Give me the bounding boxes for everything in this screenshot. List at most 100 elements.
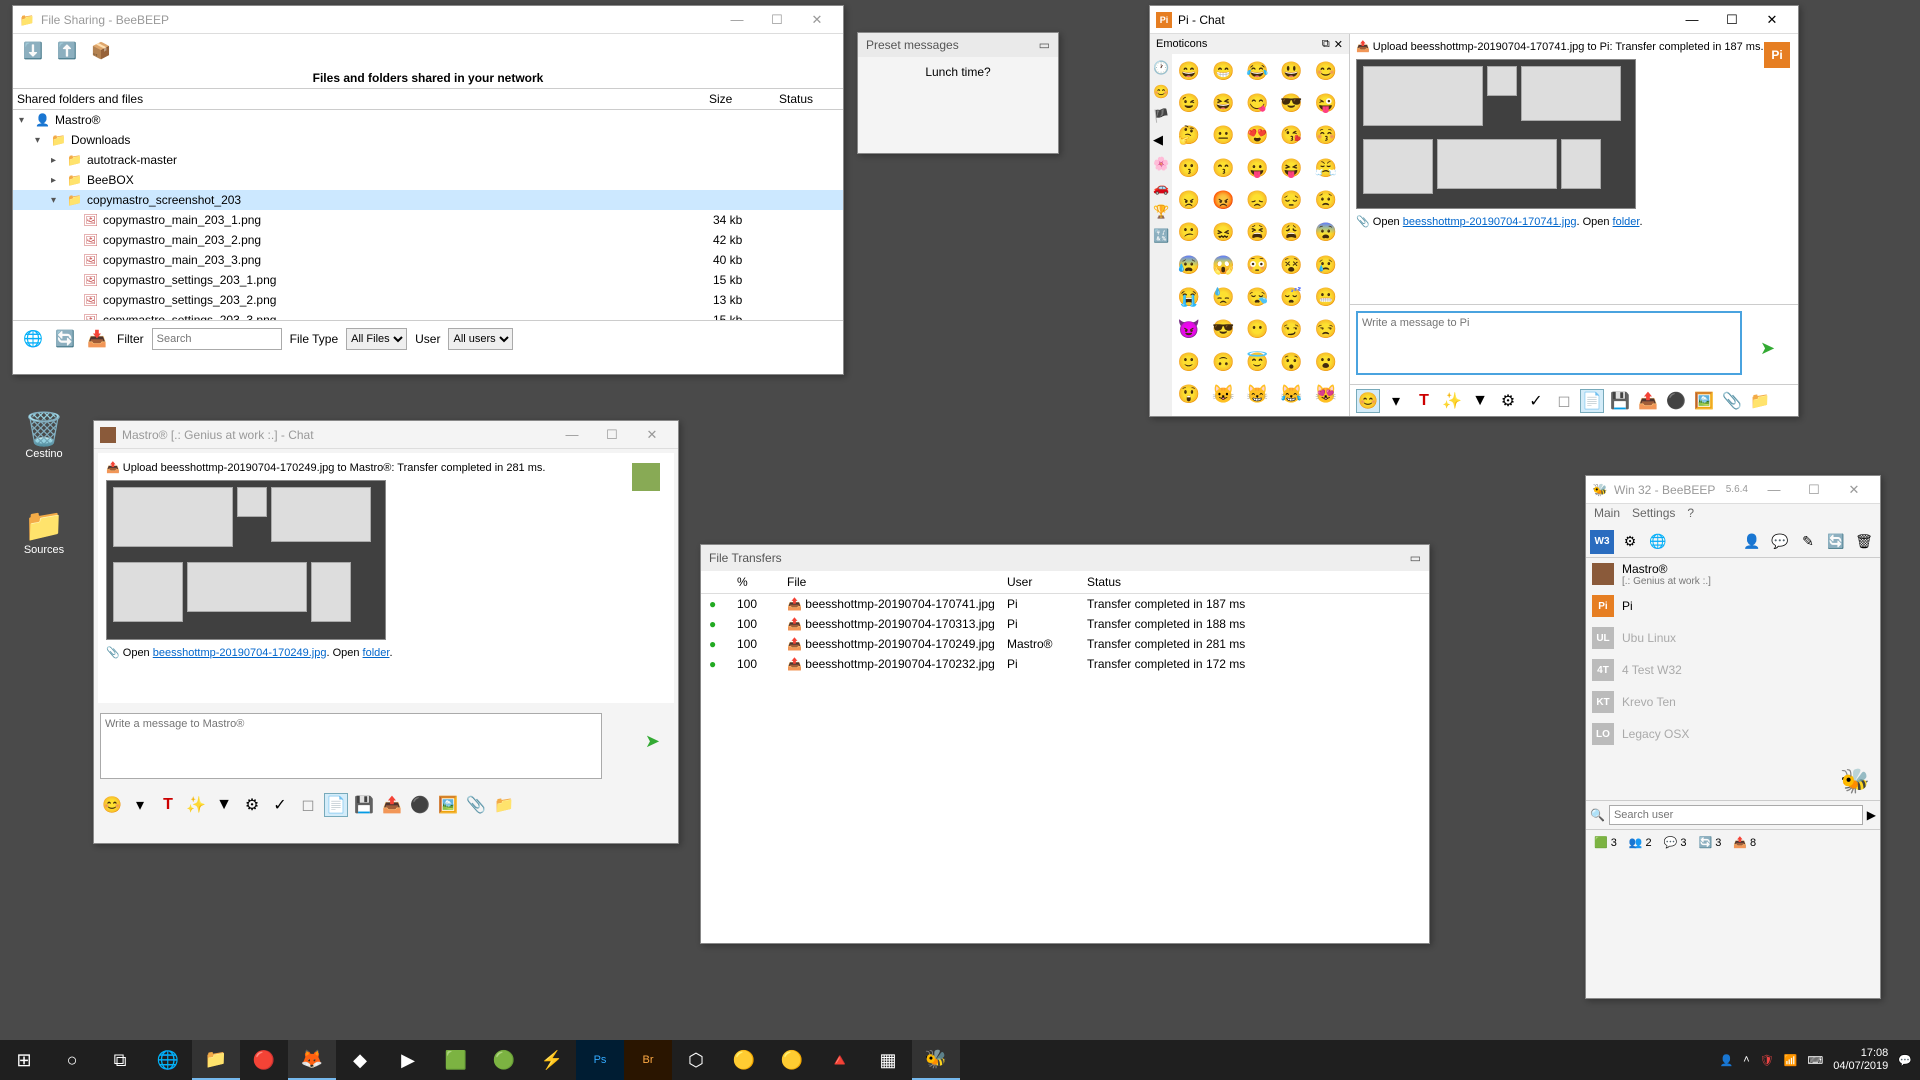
save-icon[interactable]: 💾 xyxy=(1608,389,1632,413)
emoji-cell[interactable]: 😶 xyxy=(1244,317,1270,343)
message-input[interactable] xyxy=(100,713,602,779)
tree-row[interactable]: ▸📁autotrack-master xyxy=(13,150,843,170)
emoji-cell[interactable]: 😝 xyxy=(1279,155,1305,181)
record-icon[interactable]: ⚫ xyxy=(408,793,432,817)
emoji-cell[interactable]: 😟 xyxy=(1313,187,1339,213)
tray-chevron-icon[interactable]: ˄ xyxy=(1743,1054,1749,1066)
recent-icon[interactable]: 🕐 xyxy=(1153,60,1169,76)
app-icon-6[interactable]: 🟡 xyxy=(720,1040,768,1080)
search-input[interactable] xyxy=(1609,805,1863,825)
emoji-cell[interactable]: 🙃 xyxy=(1210,349,1236,375)
emoji-cell[interactable]: 😓 xyxy=(1210,285,1236,311)
firefox-icon[interactable]: 🦊 xyxy=(288,1040,336,1080)
refresh-icon[interactable]: 🔄 xyxy=(53,327,77,351)
emoji-cell[interactable]: 😊 xyxy=(1313,58,1339,84)
gear-icon[interactable]: ⚙ xyxy=(1618,530,1642,554)
stat-item[interactable]: 🟩3 xyxy=(1594,836,1617,849)
emoji-cell[interactable]: 😃 xyxy=(1279,58,1305,84)
emoji-cell[interactable]: 😹 xyxy=(1279,382,1305,408)
tree-row[interactable]: 🖼copymastro_settings_203_3.png15 kb xyxy=(13,310,843,320)
food-icon[interactable]: 🏆 xyxy=(1153,204,1169,220)
vlc-icon[interactable]: 🔺 xyxy=(816,1040,864,1080)
close-button[interactable]: ✕ xyxy=(1834,476,1874,504)
col-size[interactable]: Size xyxy=(709,92,779,106)
attach-icon[interactable]: 📎 xyxy=(464,793,488,817)
search-button[interactable]: ○ xyxy=(48,1040,96,1080)
smileys-icon[interactable]: 😊 xyxy=(1153,84,1169,100)
emoji-cell[interactable]: 😩 xyxy=(1279,220,1305,246)
minimize-button[interactable]: — xyxy=(552,421,592,449)
record-icon[interactable]: ⚫ xyxy=(1664,389,1688,413)
col-user[interactable]: User xyxy=(1007,575,1087,589)
emoji-cell[interactable]: 😡 xyxy=(1210,187,1236,213)
maximize-button[interactable]: ☐ xyxy=(592,421,632,449)
download-icon[interactable]: ⬇️ xyxy=(21,39,45,63)
titlebar[interactable]: 📁 File Sharing - BeeBEEP — ☐ ✕ xyxy=(13,6,843,34)
message-input[interactable] xyxy=(1356,311,1742,375)
emoji-cell[interactable]: 😎 xyxy=(1279,90,1305,116)
clear-search-icon[interactable]: ▶ xyxy=(1867,808,1876,822)
filter-input[interactable] xyxy=(152,328,282,350)
transfers-icon[interactable]: 🔄 xyxy=(1824,530,1848,554)
emoji-cell[interactable]: 😺 xyxy=(1210,382,1236,408)
stat-item[interactable]: 🔄3 xyxy=(1698,836,1721,849)
col-file[interactable]: File xyxy=(787,575,1007,589)
emoji-cell[interactable]: 🙂 xyxy=(1176,349,1202,375)
symbols-icon[interactable]: 🔣 xyxy=(1153,228,1169,244)
emoji-cell[interactable]: 😱 xyxy=(1210,252,1236,278)
emoji-cell[interactable]: 😄 xyxy=(1176,58,1202,84)
emoji-cell[interactable]: 😉 xyxy=(1176,90,1202,116)
export-icon[interactable]: 📤 xyxy=(1636,389,1660,413)
transfer-row[interactable]: ●100📤 beesshottmp-20190704-170232.jpgPiT… xyxy=(701,654,1429,674)
send-button[interactable]: ➤ xyxy=(1760,338,1788,366)
search-icon[interactable]: 🔍 xyxy=(1590,808,1605,822)
minimize-button[interactable]: — xyxy=(1754,476,1794,504)
user-list-item[interactable]: LOLegacy OSX xyxy=(1586,718,1880,750)
screenshot-icon[interactable]: 🖼️ xyxy=(1692,389,1716,413)
tray-shield-icon[interactable]: 🛡 xyxy=(1760,1054,1774,1067)
nature-icon[interactable]: 🌸 xyxy=(1153,156,1169,172)
emoji-cell[interactable]: 😰 xyxy=(1176,252,1202,278)
app-icon-3[interactable]: 🟢 xyxy=(480,1040,528,1080)
tree-row[interactable]: 🖼copymastro_main_203_2.png42 kb xyxy=(13,230,843,250)
emoji-cell[interactable]: 😕 xyxy=(1176,220,1202,246)
user-select[interactable]: All users xyxy=(448,328,513,350)
stat-item[interactable]: 💬3 xyxy=(1664,836,1687,849)
photoshop-icon[interactable]: Ps xyxy=(576,1040,624,1080)
stat-item[interactable]: 📤8 xyxy=(1733,836,1756,849)
emoji-cell[interactable]: 😜 xyxy=(1313,90,1339,116)
note-icon[interactable]: 📄 xyxy=(324,793,348,817)
user-avatar[interactable]: Pi xyxy=(1764,42,1790,68)
user-list-item[interactable]: 4T4 Test W32 xyxy=(1586,654,1880,686)
filetype-select[interactable]: All Files xyxy=(346,328,407,350)
chrome-icon[interactable]: 🔴 xyxy=(240,1040,288,1080)
emoji-icon[interactable]: 😊 xyxy=(100,793,124,817)
emoji-cell[interactable]: 😎 xyxy=(1210,317,1236,343)
minimize-button[interactable]: — xyxy=(717,6,757,34)
close-button[interactable]: ✕ xyxy=(1752,6,1792,34)
download-to-icon[interactable]: 📥 xyxy=(85,327,109,351)
menu-settings[interactable]: Settings xyxy=(1632,506,1675,524)
start-button[interactable]: ⊞ xyxy=(0,1040,48,1080)
globe-icon[interactable]: 🌐 xyxy=(1646,530,1670,554)
note-icon[interactable]: 📄 xyxy=(1580,389,1604,413)
user-list-item[interactable]: PiPi xyxy=(1586,590,1880,622)
file-tree[interactable]: ▾👤Mastro®▾📁Downloads▸📁autotrack-master▸📁… xyxy=(13,110,843,320)
app-icon-2[interactable]: 🟩 xyxy=(432,1040,480,1080)
transfer-row[interactable]: ●100📤 beesshottmp-20190704-170313.jpgPiT… xyxy=(701,614,1429,634)
dropdown-icon[interactable]: ▾ xyxy=(128,793,152,817)
desktop-icon-sources[interactable]: 📁 Sources xyxy=(12,506,76,556)
app-icon-1[interactable]: ◆ xyxy=(336,1040,384,1080)
chat-icon[interactable]: 💬 xyxy=(1768,530,1792,554)
send-button[interactable]: ➤ xyxy=(645,731,660,752)
app-icon-4[interactable]: ⚡ xyxy=(528,1040,576,1080)
emoji-cell[interactable]: 😴 xyxy=(1279,285,1305,311)
explorer-icon[interactable]: 📁 xyxy=(192,1040,240,1080)
panel-header[interactable]: File Transfers ▭ xyxy=(701,545,1429,571)
emoji-cell[interactable]: 😘 xyxy=(1279,123,1305,149)
gear-icon[interactable]: ⚙ xyxy=(1496,389,1520,413)
powershell-icon[interactable]: ▶ xyxy=(384,1040,432,1080)
emoji-cell[interactable]: 😫 xyxy=(1244,220,1270,246)
emoji-cell[interactable]: 😸 xyxy=(1244,382,1270,408)
edit-icon[interactable]: ✎ xyxy=(1796,530,1820,554)
